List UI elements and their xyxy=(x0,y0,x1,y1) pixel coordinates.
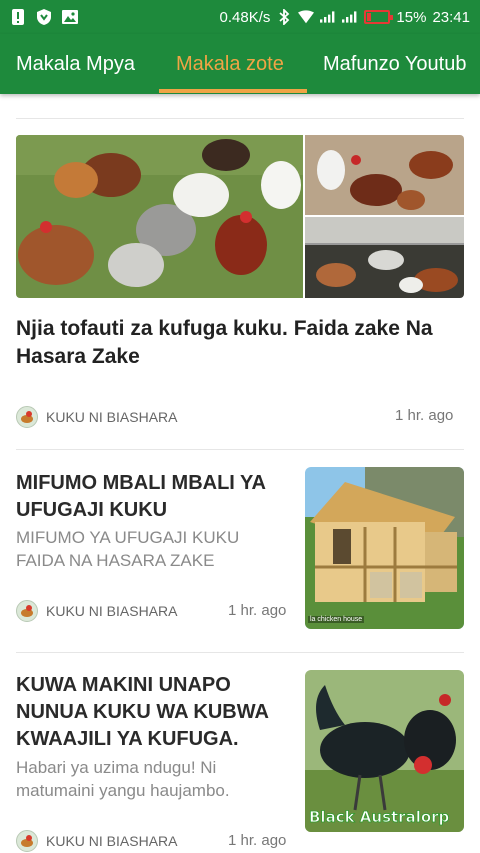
tab-makala-mpya[interactable]: Makala Mpya xyxy=(16,34,135,94)
featured-article-time: 1 hr. ago xyxy=(395,407,454,424)
signal-icon-2 xyxy=(342,9,358,25)
shield-icon xyxy=(36,9,52,25)
bluetooth-icon xyxy=(276,9,292,25)
status-right: 0.48K/s 15% 23:41 xyxy=(220,9,470,26)
article-snippet: Habari ya uzima ndugu! Ni matumaini yang… xyxy=(16,758,230,800)
author-name: KUKU NI BIASHARA xyxy=(46,833,178,849)
wifi-icon xyxy=(298,9,315,25)
battery-icon xyxy=(364,10,394,24)
article-title[interactable]: MIFUMO MBALI MBALI YA UFUGAJI KUKU xyxy=(16,470,296,524)
thumbnail-caption: Black Australorp xyxy=(309,808,450,827)
clock: 23:41 xyxy=(432,8,470,26)
divider xyxy=(16,652,464,653)
author-avatar xyxy=(16,830,38,852)
status-left-icons xyxy=(10,9,78,25)
article-title[interactable]: KUWA MAKINI UNAPO NUNUA KUKU WA KUBWA KW… xyxy=(16,672,296,753)
author-name: KUKU NI BIASHARA xyxy=(46,603,178,619)
featured-article-title[interactable]: Njia tofauti za kufuga kuku. Faida zake … xyxy=(16,315,456,371)
author-avatar xyxy=(16,600,38,622)
author-name: KUKU NI BIASHARA xyxy=(46,409,178,425)
tab-makala-zote[interactable]: Makala zote xyxy=(176,34,284,94)
active-tab-indicator xyxy=(159,89,307,93)
network-speed: 0.48K/s xyxy=(219,8,271,26)
featured-article-image[interactable] xyxy=(16,135,464,298)
article-thumbnail[interactable]: Black Australorp xyxy=(305,670,464,832)
divider xyxy=(16,449,464,450)
divider xyxy=(16,118,464,119)
tab-mafunzo-youtube[interactable]: Mafunzo Youtub xyxy=(323,34,466,94)
image-icon xyxy=(62,9,78,25)
article-time: 1 hr. ago xyxy=(228,832,287,849)
alert-icon xyxy=(10,9,26,25)
thumbnail-caption: la chicken house xyxy=(308,616,365,623)
status-bar: 0.48K/s 15% 23:41 xyxy=(0,0,480,34)
article-time: 1 hr. ago xyxy=(228,602,287,619)
article-snippet: MIFUMO YA UFUGAJI KUKU FAIDA NA HASARA Z… xyxy=(16,528,240,570)
author-avatar xyxy=(16,406,38,428)
signal-icon xyxy=(320,9,336,25)
tab-bar: Makala Mpya Makala zote Mafunzo Youtub xyxy=(0,34,480,94)
article-feed[interactable]: Njia tofauti za kufuga kuku. Faida zake … xyxy=(0,94,480,853)
battery-percent: 15% xyxy=(396,8,427,26)
article-author: KUKU NI BIASHARA xyxy=(16,830,177,852)
featured-article-author: KUKU NI BIASHARA xyxy=(16,406,177,428)
article-thumbnail[interactable]: la chicken house xyxy=(305,467,464,629)
article-author: KUKU NI BIASHARA xyxy=(16,600,177,622)
